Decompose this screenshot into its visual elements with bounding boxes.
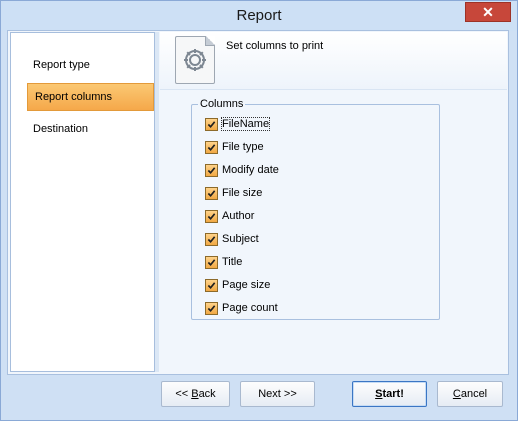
checkbox-label: Title [222,256,243,268]
start-button-rest: tart! [382,388,404,400]
start-button-mnemonic: S [375,388,383,400]
cancel-button-mnemonic: C [452,388,461,400]
checked-icon[interactable] [205,140,218,154]
checkbox-author[interactable]: Author [205,208,254,224]
checked-icon[interactable] [205,232,218,246]
cancel-button-rest: ancel [460,388,488,400]
checkbox-label: File type [222,141,264,153]
checkbox-label: File size [222,187,263,199]
checkbox-page-size[interactable]: Page size [205,277,270,293]
checkbox-label: FileName [220,117,271,131]
checkbox-label: Modify date [222,164,279,176]
sidebar-item-destination[interactable]: Destination [11,115,154,143]
sidebar-item-report-columns[interactable]: Report columns [27,83,154,111]
checkbox-label: Author [222,210,255,222]
checked-icon[interactable] [205,186,218,200]
checkbox-file-type[interactable]: File type [205,139,264,155]
next-button-label: Next >> [258,388,297,400]
step-description: Set columns to print [226,40,324,52]
sidebar-item-label: Destination [33,123,89,135]
checkbox-file-size[interactable]: File size [205,185,262,201]
back-button-prefix: << [175,388,192,400]
checked-icon[interactable] [205,209,218,223]
gear-page-icon [175,36,215,84]
title-bar[interactable]: Report ✕ [1,1,517,31]
start-button[interactable]: Start! [352,381,427,407]
checkbox-title[interactable]: Title [205,254,242,270]
checked-icon[interactable] [205,301,218,315]
checked-icon[interactable] [205,278,218,292]
back-button-mnemonic: B [191,388,199,400]
checkbox-page-count[interactable]: Page count [205,300,278,316]
checked-icon[interactable] [205,117,218,131]
checked-icon[interactable] [205,255,218,269]
sidebar-item-report-type[interactable]: Report type [11,51,154,79]
columns-group-legend: Columns [198,98,246,110]
sidebar-item-label: Report columns [35,91,113,103]
checkbox-label: Subject [222,233,259,245]
window-title: Report [236,7,282,24]
close-icon: ✕ [482,3,494,20]
checkbox-modify-date[interactable]: Modify date [205,162,279,178]
sidebar: Report type Report columns Destination [10,32,155,372]
sidebar-item-label: Report type [33,59,90,71]
checkbox-label: Page count [222,302,278,314]
next-button[interactable]: Next >> [240,381,315,407]
back-button-rest: ack [198,388,216,400]
checked-icon[interactable] [205,163,218,177]
cancel-button[interactable]: Cancel [437,381,503,407]
checkbox-label: Page size [222,279,271,291]
checkbox-filename[interactable]: FileName [205,116,271,132]
checkbox-subject[interactable]: Subject [205,231,259,247]
back-button[interactable]: << Back [161,381,230,407]
panel-splitter[interactable] [155,32,159,372]
close-button[interactable]: ✕ [465,2,511,22]
